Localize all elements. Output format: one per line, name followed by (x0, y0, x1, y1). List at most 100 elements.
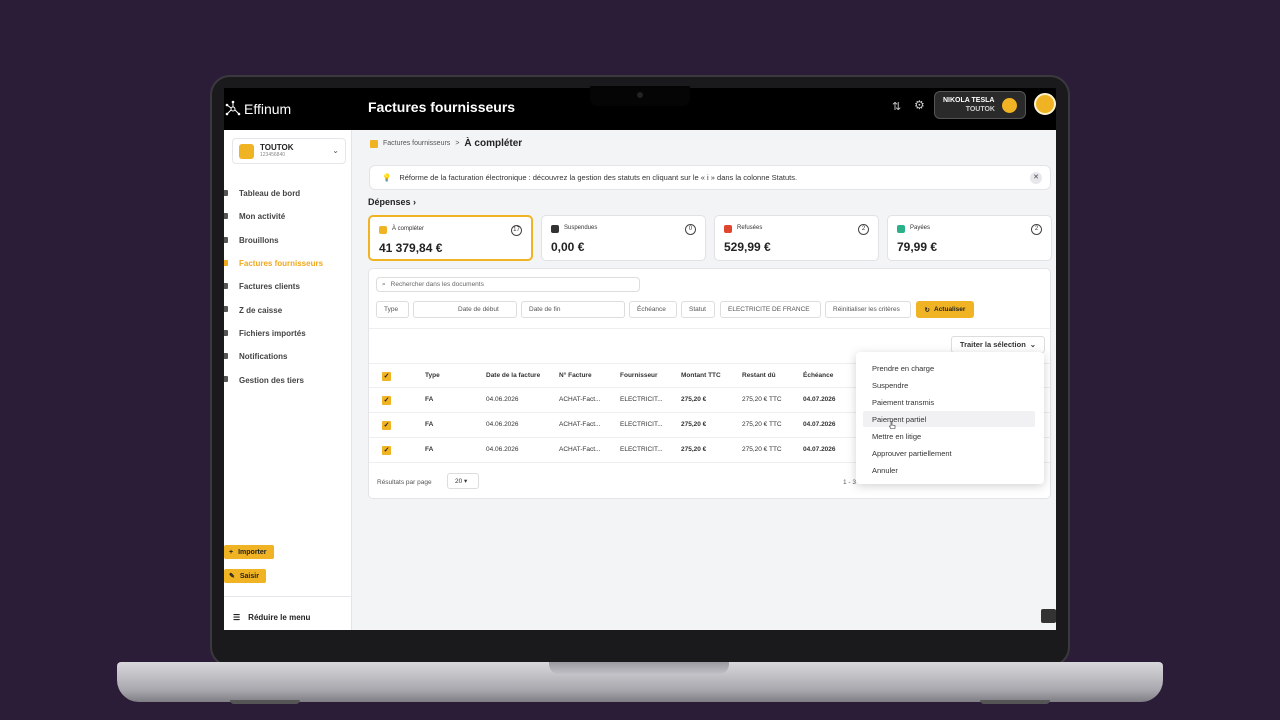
app-logo[interactable]: Effinum (224, 98, 291, 120)
sidebar-item-activity[interactable]: Mon activité (224, 205, 352, 228)
row-checkbox[interactable]: ✓ (382, 446, 391, 455)
sidebar-item-client-invoices[interactable]: Factures clients (224, 275, 352, 298)
cell-type: FA (425, 421, 434, 428)
card-amount: 41 379,84 € (379, 241, 443, 255)
row-checkbox[interactable]: ✓ (382, 396, 391, 405)
status-icon (724, 225, 732, 233)
sidebar-item-imported-files[interactable]: Fichiers importés (224, 322, 352, 345)
column-header[interactable]: Date de la facture (486, 372, 540, 379)
status-icon (379, 226, 387, 234)
results-per-page-select[interactable]: 20 ▾ (447, 473, 479, 489)
user-name: NIKOLA TESLA (943, 97, 995, 104)
chat-widget-button[interactable] (1041, 609, 1056, 623)
pencil-icon: ✎ (229, 573, 235, 580)
column-header[interactable]: Montant TTC (681, 372, 721, 379)
filter-type[interactable]: Type (376, 301, 409, 318)
sidebar-item-label: Tableau de bord (239, 189, 301, 199)
company-name: TOUTOK (260, 143, 294, 152)
filter-start-date[interactable]: Date de début (413, 301, 517, 318)
status-card-paid[interactable]: Payées 2 79,99 € (887, 215, 1052, 261)
laptop-base (117, 662, 1163, 702)
sidebar-item-label: Notifications (239, 352, 288, 362)
menu-item-cancel[interactable]: Annuler (863, 462, 1035, 478)
sidebar-item-z-caisse[interactable]: Z de caisse (224, 298, 352, 321)
gear-icon[interactable]: ⚙ (914, 98, 925, 112)
sidebar-item-supplier-invoices[interactable]: Factures fournisseurs (224, 252, 352, 275)
menu-item-partial-approve[interactable]: Approuver partiellement (863, 445, 1035, 461)
card-label: À compléter (392, 226, 425, 232)
menu-item-payment-sent[interactable]: Paiement transmis (863, 394, 1035, 410)
hamburger-icon: ☰ (233, 613, 241, 622)
info-banner: 💡 Réforme de la facturation électronique… (369, 165, 1051, 190)
cell-invoice-number: ACHAT-Fact... (559, 446, 601, 453)
sidebar-item-notifications[interactable]: Notifications (224, 345, 352, 368)
filter-label: Type (384, 306, 399, 313)
close-icon[interactable]: ✕ (1030, 172, 1042, 184)
sidebar-item-third-parties[interactable]: Gestion des tiers (224, 368, 352, 391)
import-label: Importer (238, 548, 267, 556)
transfer-icon[interactable]: ⇅ (892, 100, 901, 113)
section-title-text: Dépenses (368, 197, 411, 207)
filter-end-date[interactable]: Date de fin (521, 301, 625, 318)
cell-supplier: ELECTRICIT... (620, 421, 663, 428)
filter-supplier[interactable]: ELECTRICITE DE FRANCE (720, 301, 821, 318)
menu-item-dispute[interactable]: Mettre en litige (863, 428, 1035, 444)
cell-amount: 275,20 € (681, 396, 707, 403)
column-header[interactable]: Type (425, 372, 440, 379)
user-company: TOUTOK (965, 106, 995, 113)
status-icon (897, 225, 905, 233)
menu-item-label: Suspendre (872, 380, 909, 390)
bulk-action-button[interactable]: Traiter la sélection ⌄ (951, 336, 1045, 353)
menu-item-suspend[interactable]: Suspendre (863, 377, 1035, 393)
status-card-to-complete[interactable]: À compléter 17 41 379,84 € (368, 215, 533, 261)
select-all-checkbox[interactable]: ✓ (382, 372, 391, 381)
filter-label: Date de fin (529, 306, 561, 313)
cell-date: 04.06.2026 (486, 421, 519, 428)
reset-filters-button[interactable]: Réinitialiser les critères (825, 301, 911, 318)
breadcrumb-parent[interactable]: Factures fournisseurs (383, 140, 450, 147)
column-header[interactable]: N° Facture (559, 372, 592, 379)
card-label: Refusées (737, 225, 763, 231)
status-card-refused[interactable]: Refusées 2 529,99 € (714, 215, 879, 261)
filter-due[interactable]: Échéance (629, 301, 677, 318)
filter-status[interactable]: Statut (681, 301, 715, 318)
sidebar-item-dashboard[interactable]: Tableau de bord (224, 182, 352, 205)
bell-icon (224, 353, 228, 360)
chevron-down-icon: ⌄ (332, 146, 339, 155)
menu-item-take-charge[interactable]: Prendre en charge (863, 360, 1035, 376)
company-id: 123456840 (260, 152, 286, 158)
cell-type: FA (425, 446, 434, 453)
refresh-button[interactable]: ↻ Actualiser (916, 301, 974, 318)
card-count: 0 (685, 224, 696, 235)
menu-item-label: Mettre en litige (872, 431, 922, 441)
cell-date: 04.06.2026 (486, 396, 519, 403)
laptop-foot (980, 700, 1050, 704)
sidebar-item-label: Z de caisse (239, 305, 283, 315)
collapse-menu-button[interactable]: ☰ Réduire le menu (233, 613, 310, 622)
sidebar-nav: Tableau de bord Mon activité Brouillons … (224, 182, 352, 392)
import-button[interactable]: + Importer (224, 545, 274, 559)
cell-invoice-number: ACHAT-Fact... (559, 396, 601, 403)
column-header[interactable]: Échéance (803, 372, 833, 379)
row-checkbox[interactable]: ✓ (382, 421, 391, 430)
register-icon (224, 306, 228, 313)
saisir-label: Saisir (239, 572, 259, 580)
lightbulb-icon: 💡 (382, 173, 392, 182)
card-amount: 529,99 € (724, 240, 771, 254)
company-selector[interactable]: TOUTOK 123456840 ⌄ (232, 138, 346, 164)
column-header[interactable]: Fournisseur (620, 372, 658, 379)
sidebar: TOUTOK 123456840 ⌄ Tableau de bord Mon a… (224, 130, 352, 630)
camera-icon (637, 92, 643, 98)
company-home-button[interactable] (1034, 93, 1056, 115)
card-count: 2 (858, 224, 869, 235)
section-title[interactable]: Dépenses › (368, 197, 416, 207)
saisir-button[interactable]: ✎ Saisir (224, 569, 266, 583)
sidebar-item-label: Factures clients (239, 282, 300, 292)
document-icon (370, 139, 378, 148)
refresh-icon: ↻ (924, 306, 930, 314)
status-card-suspended[interactable]: Suspendues 0 0,00 € (541, 215, 706, 261)
sidebar-item-drafts[interactable]: Brouillons (224, 229, 352, 252)
column-header[interactable]: Restant dû (742, 372, 776, 379)
user-menu[interactable]: NIKOLA TESLA TOUTOK (934, 91, 1026, 119)
search-input[interactable]: ⌕ Rechercher dans les documents (376, 277, 640, 292)
